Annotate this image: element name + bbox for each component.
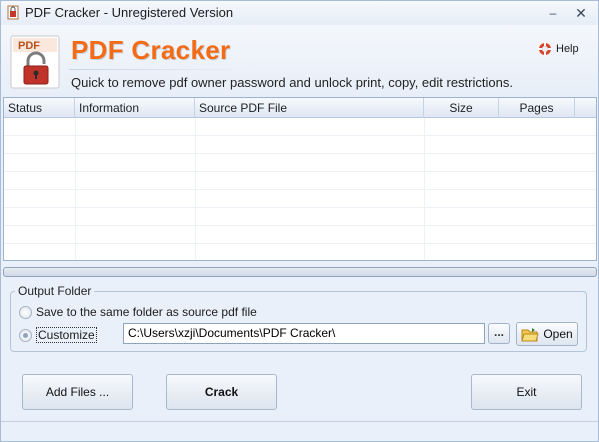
same-folder-label: Save to the same folder as source pdf fi… (36, 305, 257, 319)
crack-button[interactable]: Crack (166, 374, 277, 410)
bottom-divider (1, 421, 598, 422)
column-pages[interactable]: Pages (499, 98, 575, 118)
output-folder-legend: Output Folder (15, 284, 95, 298)
app-header: PDF PDF Cracker Quick to remove pdf owne… (1, 25, 598, 97)
same-folder-option[interactable]: Save to the same folder as source pdf fi… (19, 305, 257, 319)
title-bar[interactable]: PDF Cracker - Unregistered Version – ✕ (1, 1, 598, 25)
help-link[interactable]: Help (538, 42, 579, 56)
column-size[interactable]: Size (424, 98, 499, 118)
list-header: Status Information Source PDF File Size … (4, 98, 596, 118)
app-window: PDF Cracker - Unregistered Version – ✕ P… (0, 0, 599, 442)
open-folder-button[interactable]: Open (516, 322, 578, 346)
window-title: PDF Cracker - Unregistered Version (25, 5, 234, 20)
help-label: Help (556, 43, 579, 55)
close-button[interactable]: ✕ (573, 5, 589, 21)
file-list[interactable]: Status Information Source PDF File Size … (3, 97, 597, 261)
list-body[interactable] (4, 118, 596, 260)
output-path-field[interactable]: C:\Users\xzji\Documents\PDF Cracker\ (123, 323, 485, 344)
customize-option[interactable]: Customize (19, 327, 97, 343)
customize-label: Customize (36, 327, 97, 343)
app-icon (7, 5, 19, 20)
progress-bar (3, 267, 597, 277)
column-information[interactable]: Information (75, 98, 195, 118)
customize-radio[interactable] (19, 328, 32, 342)
pdf-lock-icon: PDF (10, 35, 60, 89)
exit-button[interactable]: Exit (471, 374, 582, 410)
same-folder-radio[interactable] (19, 305, 32, 319)
app-name-underline (69, 69, 245, 70)
app-name: PDF Cracker (71, 35, 231, 65)
browse-button[interactable]: ... (488, 323, 510, 344)
lifebuoy-icon (538, 42, 552, 56)
column-extra[interactable] (575, 98, 596, 118)
add-files-button[interactable]: Add Files ... (22, 374, 133, 410)
open-label: Open (543, 327, 573, 341)
svg-text:PDF: PDF (18, 40, 40, 52)
column-source-pdf-file[interactable]: Source PDF File (195, 98, 424, 118)
tagline: Quick to remove pdf owner password and u… (71, 75, 513, 90)
open-folder-icon (521, 327, 539, 341)
minimize-button[interactable]: – (545, 5, 561, 21)
column-status[interactable]: Status (4, 98, 75, 118)
